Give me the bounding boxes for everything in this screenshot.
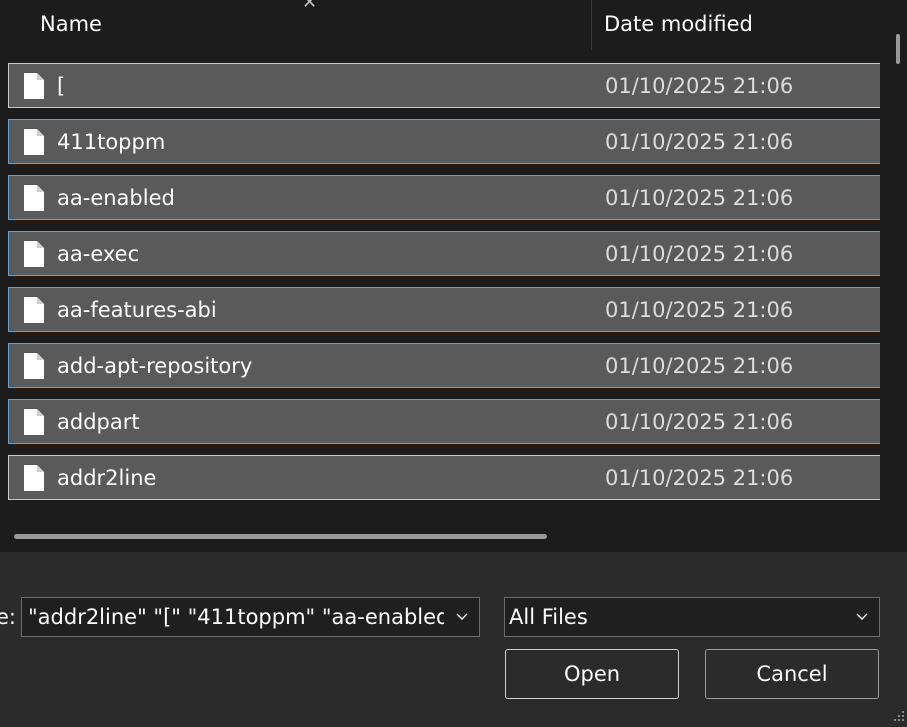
filename-label: e: bbox=[0, 605, 16, 629]
file-row[interactable]: add-apt-repository 01/10/2025 21:06 bbox=[8, 343, 880, 388]
file-icon bbox=[24, 73, 44, 99]
chevron-down-icon[interactable] bbox=[455, 609, 469, 623]
file-name: aa-enabled bbox=[57, 186, 175, 210]
file-icon bbox=[24, 129, 44, 155]
file-name: aa-exec bbox=[57, 242, 140, 266]
file-date: 01/10/2025 21:06 bbox=[605, 74, 794, 98]
filetype-select[interactable]: All Files bbox=[504, 597, 880, 637]
file-row[interactable]: [ 01/10/2025 21:06 bbox=[8, 63, 880, 108]
column-header-date-modified[interactable]: Date modified bbox=[604, 12, 753, 36]
file-name: addpart bbox=[57, 410, 140, 434]
resize-grip-icon[interactable] bbox=[893, 710, 905, 722]
file-row[interactable]: aa-features-abi 01/10/2025 21:06 bbox=[8, 287, 880, 332]
file-date: 01/10/2025 21:06 bbox=[605, 186, 794, 210]
file-row[interactable]: 411toppm 01/10/2025 21:06 bbox=[8, 119, 880, 164]
chevron-down-icon[interactable] bbox=[855, 609, 869, 623]
file-name: 411toppm bbox=[57, 130, 166, 154]
column-divider[interactable] bbox=[591, 0, 592, 50]
file-icon bbox=[24, 185, 44, 211]
horizontal-scrollbar-thumb[interactable] bbox=[14, 534, 547, 539]
cancel-button[interactable]: Cancel bbox=[705, 649, 879, 699]
file-icon bbox=[24, 241, 44, 267]
file-name: add-apt-repository bbox=[57, 354, 253, 378]
file-icon bbox=[24, 465, 44, 491]
file-row[interactable]: aa-exec 01/10/2025 21:06 bbox=[8, 231, 880, 276]
file-date: 01/10/2025 21:06 bbox=[605, 298, 794, 322]
file-icon bbox=[24, 409, 44, 435]
file-row[interactable]: aa-enabled 01/10/2025 21:06 bbox=[8, 175, 880, 220]
open-button[interactable]: Open bbox=[505, 649, 679, 699]
file-date: 01/10/2025 21:06 bbox=[605, 410, 794, 434]
file-row[interactable]: addr2line 01/10/2025 21:06 bbox=[8, 455, 880, 500]
close-icon[interactable]: ✕ bbox=[302, 0, 317, 13]
file-date: 01/10/2025 21:06 bbox=[605, 242, 794, 266]
file-list: ✕ Name Date modified [ 01/10/2025 21:06 … bbox=[0, 0, 907, 552]
file-row[interactable]: addpart 01/10/2025 21:06 bbox=[8, 399, 880, 444]
vertical-scrollbar-thumb[interactable] bbox=[896, 34, 900, 64]
filetype-value: All Files bbox=[509, 605, 588, 629]
file-date: 01/10/2025 21:06 bbox=[605, 130, 794, 154]
file-icon bbox=[24, 297, 44, 323]
file-date: 01/10/2025 21:06 bbox=[605, 354, 794, 378]
column-header-row: ✕ Name Date modified bbox=[0, 0, 880, 50]
file-name: aa-features-abi bbox=[57, 298, 217, 322]
filename-input[interactable]: "addr2line" "[" "411toppm" "aa-enabled" bbox=[28, 605, 444, 629]
dialog-footer: e: "addr2line" "[" "411toppm" "aa-enable… bbox=[0, 552, 907, 727]
file-date: 01/10/2025 21:06 bbox=[605, 466, 794, 490]
filename-combobox[interactable]: "addr2line" "[" "411toppm" "aa-enabled" bbox=[21, 597, 480, 637]
file-name: [ bbox=[57, 74, 66, 98]
file-name: addr2line bbox=[57, 466, 157, 490]
file-icon bbox=[24, 353, 44, 379]
column-header-name[interactable]: Name bbox=[40, 12, 102, 36]
